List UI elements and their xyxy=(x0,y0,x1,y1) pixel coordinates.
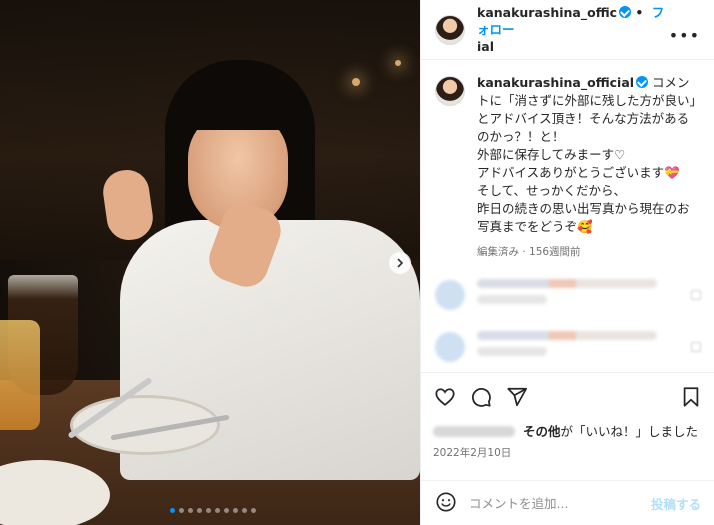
caption-username[interactable]: kanakurashina_official xyxy=(477,75,634,90)
post-date: 2022年2月10日 xyxy=(433,447,512,459)
avatar xyxy=(435,332,465,362)
post-side-panel: kanakurashina_offic • フォロー ial ••• kanak… xyxy=(420,0,714,525)
more-options-button[interactable]: ••• xyxy=(669,26,700,45)
verified-badge-icon xyxy=(636,76,649,88)
comment-button[interactable] xyxy=(469,385,493,409)
comment-icon xyxy=(472,388,491,407)
carousel-dot xyxy=(251,508,256,513)
blurred-comment-text xyxy=(477,279,657,288)
bookmark-icon xyxy=(683,387,699,407)
comment-item xyxy=(435,279,701,311)
comments-section: kanakurashina_official コメントに「消さずに外部に残した方… xyxy=(421,60,714,372)
likes-text: が「いいね！」しました xyxy=(560,424,699,439)
carousel-dot xyxy=(233,508,238,513)
emoji-button[interactable] xyxy=(435,491,457,516)
blurred-liker-name[interactable] xyxy=(433,426,515,437)
carousel-dot xyxy=(197,508,202,513)
caption-body: コメントに「消さずに外部に残した方が良い」とアドバイス頂き！そんな方法があるのか… xyxy=(477,75,696,234)
likes-summary: その他が「いいね！」しました xyxy=(433,423,703,441)
username-text[interactable]: kanakurashina_offic xyxy=(477,5,617,20)
add-comment-bar: 投稿する xyxy=(421,480,714,525)
carousel-dots xyxy=(170,508,256,513)
comment-input[interactable] xyxy=(469,495,639,511)
header-username[interactable]: kanakurashina_offic • フォロー ial xyxy=(477,4,667,55)
chevron-right-icon xyxy=(397,258,404,268)
background-light xyxy=(395,60,401,66)
comment-like-icon xyxy=(691,342,701,352)
likes-others-link[interactable]: その他 xyxy=(523,424,561,439)
share-button[interactable] xyxy=(505,385,529,409)
emoji-icon xyxy=(436,491,456,512)
carousel-dot xyxy=(179,508,184,513)
avatar[interactable] xyxy=(435,76,465,106)
blurred-comment-text xyxy=(477,331,657,340)
post-comment-button[interactable]: 投稿する xyxy=(651,494,701,513)
photo-dessert-glass xyxy=(0,320,40,430)
carousel-dot xyxy=(242,508,247,513)
caption-meta: 編集済み · 156週間前 xyxy=(477,246,581,258)
carousel-dot xyxy=(206,508,211,513)
verified-badge-icon xyxy=(619,6,632,18)
comment-item xyxy=(435,331,701,363)
post-photo[interactable] xyxy=(0,0,420,525)
background-light xyxy=(352,78,360,86)
blurred-comment-meta xyxy=(477,295,547,304)
blurred-comment-meta xyxy=(477,347,547,356)
carousel-dot xyxy=(188,508,193,513)
carousel-next-button[interactable] xyxy=(389,252,411,274)
carousel-dot xyxy=(224,508,229,513)
post-header: kanakurashina_offic • フォロー ial ••• xyxy=(421,0,714,60)
share-icon xyxy=(507,387,528,407)
like-button[interactable] xyxy=(433,385,457,409)
avatar xyxy=(435,280,465,310)
post-actions: その他が「いいね！」しました 2022年2月10日 xyxy=(421,372,714,460)
heart-icon xyxy=(435,388,455,406)
comment-like-icon xyxy=(691,290,701,300)
save-button[interactable] xyxy=(679,385,703,409)
carousel-dot xyxy=(170,508,175,513)
carousel-dot xyxy=(215,508,220,513)
username-text-continued[interactable]: ial xyxy=(477,39,494,54)
caption-text: kanakurashina_official コメントに「消さずに外部に残した方… xyxy=(477,74,701,236)
avatar[interactable] xyxy=(435,14,465,45)
post-caption: kanakurashina_official コメントに「消さずに外部に残した方… xyxy=(435,74,701,236)
